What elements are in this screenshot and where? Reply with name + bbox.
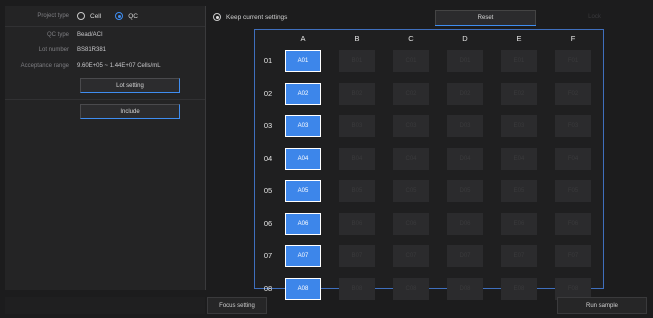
well-c04[interactable]: C04 [393, 147, 429, 170]
well-b01[interactable]: B01 [339, 50, 375, 72]
well-a02[interactable]: A02 [285, 82, 321, 105]
well-f03[interactable]: F03 [555, 115, 591, 137]
row-header-08[interactable]: 08 [261, 284, 275, 293]
radio-cell-indicator[interactable] [77, 12, 85, 20]
lot-number-row: Lot number BS81R381 [5, 47, 106, 53]
project-type-row: Project type Cell QC [5, 12, 152, 20]
run-sample-button[interactable]: Run sample [557, 297, 647, 314]
well-b06[interactable]: B06 [339, 212, 375, 235]
top-toolbar: Keep current settings Reset Lock [207, 6, 647, 28]
well-f07[interactable]: F07 [555, 245, 591, 267]
row-header-06[interactable]: 06 [261, 219, 275, 228]
well-d03[interactable]: D03 [447, 115, 483, 137]
well-plate: A B C D E F 01 A01 B01 C01 D01 E01 F01 02 A02 B02 C02 D02… [254, 29, 604, 300]
lot-setting-button[interactable]: Lot setting [80, 78, 180, 93]
well-a04[interactable]: A04 [285, 147, 321, 170]
column-header-a[interactable]: A [285, 34, 321, 43]
well-f06[interactable]: F06 [555, 212, 591, 235]
lot-number-label: Lot number [38, 47, 69, 53]
well-d05[interactable]: D05 [447, 180, 483, 202]
well-e02[interactable]: E02 [501, 82, 537, 105]
row-header-02[interactable]: 02 [261, 89, 275, 98]
well-f05[interactable]: F05 [555, 180, 591, 202]
qc-type-label: QC type [46, 32, 69, 38]
well-b04[interactable]: B04 [339, 147, 375, 170]
row-header-04[interactable]: 04 [261, 154, 275, 163]
qc-type-value: Bead/ACI [77, 32, 103, 38]
well-e03[interactable]: E03 [501, 115, 537, 137]
well-b07[interactable]: B07 [339, 245, 375, 267]
reset-button[interactable]: Reset [435, 10, 536, 26]
well-e04[interactable]: E04 [501, 147, 537, 170]
lock-button[interactable]: Lock [547, 10, 642, 24]
well-d04[interactable]: D04 [447, 147, 483, 170]
row-header-05[interactable]: 05 [261, 186, 275, 195]
acceptance-row: Acceptance range 9.60E+05 ~ 1.44E+07 Cel… [5, 63, 161, 69]
column-header-e[interactable]: E [501, 34, 537, 43]
radio-cell-label: Cell [90, 12, 102, 20]
column-header-b[interactable]: B [339, 34, 375, 43]
well-a05[interactable]: A05 [285, 180, 321, 202]
well-f02[interactable]: F02 [555, 82, 591, 105]
keep-settings-radio[interactable]: Keep current settings [213, 13, 287, 21]
radio-qc-indicator[interactable] [115, 12, 124, 20]
well-e01[interactable]: E01 [501, 50, 537, 72]
well-b05[interactable]: B05 [339, 180, 375, 202]
left-footer [5, 297, 205, 314]
bottom-toolbar: Focus setting Run sample [207, 297, 647, 314]
focus-setting-button[interactable]: Focus setting [207, 297, 267, 314]
well-c05[interactable]: C05 [393, 180, 429, 202]
project-type-label: Project type [37, 13, 69, 19]
acceptance-value: 9.60E+05 ~ 1.44E+07 Cells/mL [77, 63, 161, 69]
reset-underline [435, 25, 536, 26]
well-c07[interactable]: C07 [393, 245, 429, 267]
well-a06[interactable]: A06 [285, 212, 321, 235]
well-d06[interactable]: D06 [447, 212, 483, 235]
row-header-07[interactable]: 07 [261, 251, 275, 260]
well-a03[interactable]: A03 [285, 115, 321, 137]
lot-number-value: BS81R381 [77, 47, 107, 53]
well-c06[interactable]: C06 [393, 212, 429, 235]
column-header-f[interactable]: F [555, 34, 591, 43]
well-b02[interactable]: B02 [339, 82, 375, 105]
well-d01[interactable]: D01 [447, 50, 483, 72]
keep-settings-indicator[interactable] [213, 13, 221, 21]
well-c02[interactable]: C02 [393, 82, 429, 105]
qc-type-row: QC type Bead/ACI [5, 32, 103, 38]
keep-settings-label: Keep current settings [226, 13, 288, 21]
well-f04[interactable]: F04 [555, 147, 591, 170]
column-header-c[interactable]: C [393, 34, 429, 43]
row-header-03[interactable]: 03 [261, 121, 275, 130]
radio-cell[interactable]: Cell [77, 12, 101, 20]
well-e07[interactable]: E07 [501, 245, 537, 267]
well-d07[interactable]: D07 [447, 245, 483, 267]
well-b03[interactable]: B03 [339, 115, 375, 137]
well-a01[interactable]: A01 [285, 50, 321, 72]
well-e05[interactable]: E05 [501, 180, 537, 202]
row-header-01[interactable]: 01 [261, 56, 275, 65]
well-e06[interactable]: E06 [501, 212, 537, 235]
divider [5, 99, 205, 100]
well-f01[interactable]: F01 [555, 50, 591, 72]
column-header-d[interactable]: D [447, 34, 483, 43]
divider [5, 26, 205, 27]
include-button[interactable]: Include [80, 104, 180, 119]
acceptance-label: Acceptance range [20, 63, 69, 69]
well-c03[interactable]: C03 [393, 115, 429, 137]
well-d02[interactable]: D02 [447, 82, 483, 105]
settings-panel: Project type Cell QC QC type Bead/ACI Lo… [5, 6, 206, 290]
well-a07[interactable]: A07 [285, 245, 321, 267]
radio-qc[interactable]: QC [115, 12, 138, 20]
well-c01[interactable]: C01 [393, 50, 429, 72]
radio-qc-label: QC [128, 12, 138, 20]
